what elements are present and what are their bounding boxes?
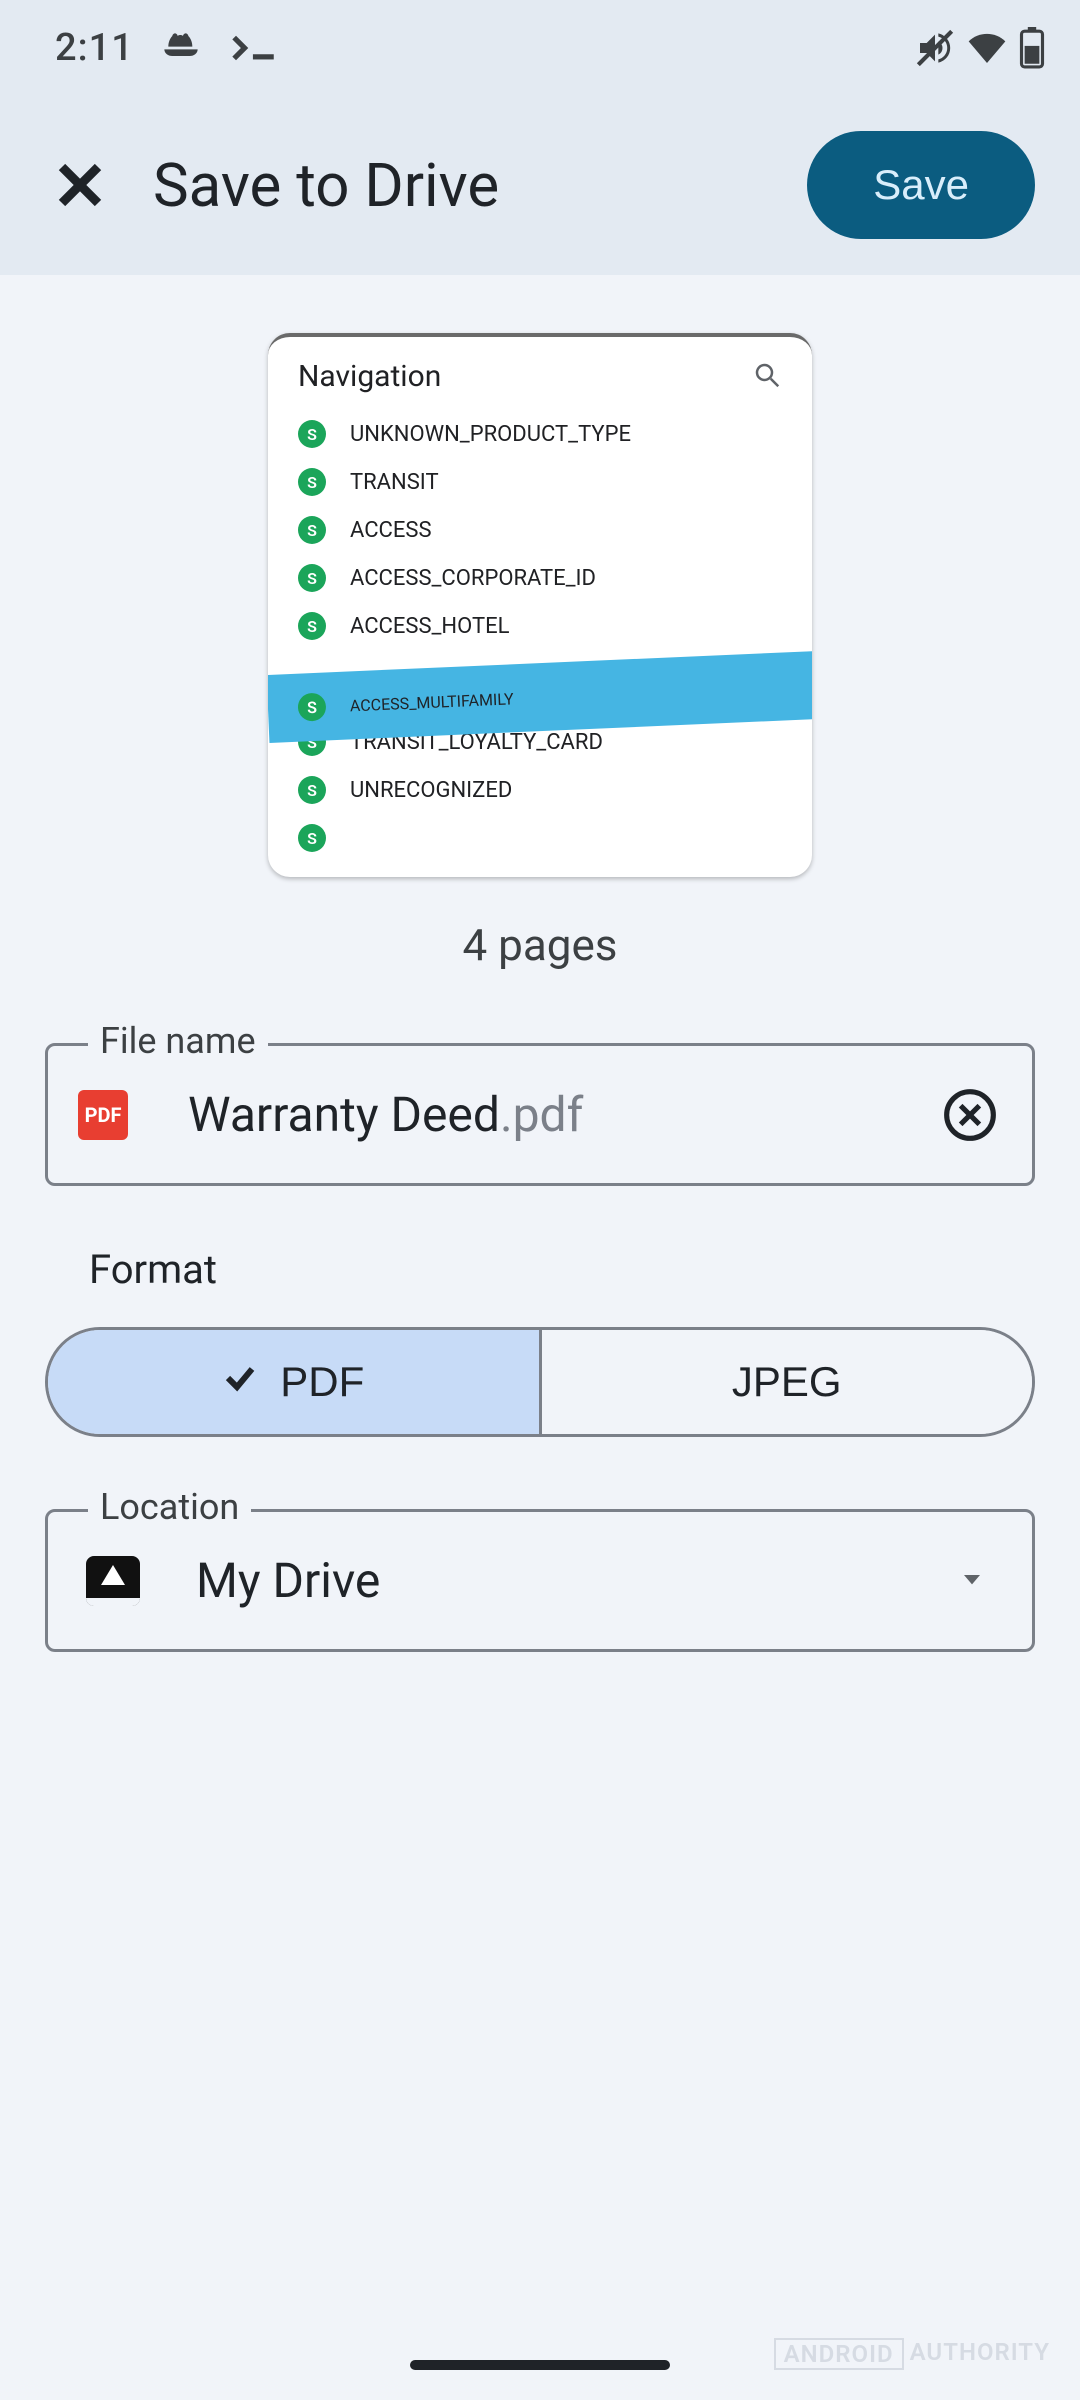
- mute-icon: [915, 28, 955, 68]
- location-label: Location: [88, 1486, 251, 1528]
- list-item: SACCESS: [268, 506, 812, 554]
- cat-notification-icon: [162, 28, 202, 68]
- list-item: SUNKNOWN_PRODUCT_TYPE: [268, 410, 812, 458]
- format-jpeg-button[interactable]: JPEG: [542, 1330, 1033, 1434]
- pdf-badge-icon: PDF: [78, 1090, 128, 1140]
- format-segmented-control: PDF JPEG: [45, 1327, 1035, 1437]
- preview-header-text: Navigation: [298, 359, 441, 394]
- list-item: SACCESS_CORPORATE_ID: [268, 554, 812, 602]
- list-item: SUNRECOGNIZED: [268, 766, 812, 814]
- list-item: S: [268, 814, 812, 862]
- document-preview[interactable]: Navigation SUNKNOWN_PRODUCT_TYPE STRANSI…: [268, 333, 812, 877]
- chevron-down-icon[interactable]: [956, 1563, 988, 1599]
- drive-icon: [86, 1556, 140, 1606]
- filename-input[interactable]: Warranty Deed.pdf: [188, 1086, 583, 1143]
- save-button[interactable]: Save: [807, 131, 1035, 239]
- filename-field[interactable]: File name PDF Warranty Deed.pdf: [45, 1043, 1035, 1186]
- page-count-text: 4 pages: [45, 919, 1035, 971]
- status-bar: 2:11: [0, 0, 1080, 95]
- check-icon: [222, 1358, 258, 1406]
- battery-icon: [1019, 27, 1045, 69]
- wifi-icon: [967, 28, 1007, 68]
- app-bar: Save to Drive Save: [0, 95, 1080, 275]
- list-item: STRANSIT: [268, 458, 812, 506]
- format-pdf-button[interactable]: PDF: [48, 1330, 539, 1434]
- page-title: Save to Drive: [153, 150, 499, 221]
- watermark: ANDROIDAUTHORITY: [774, 2338, 1050, 2370]
- close-button[interactable]: [45, 150, 115, 220]
- filename-label: File name: [88, 1020, 268, 1062]
- search-icon: [752, 360, 782, 394]
- status-time: 2:11: [55, 26, 134, 70]
- list-item: SACCESS_HOTEL: [268, 602, 812, 650]
- location-value: My Drive: [196, 1552, 380, 1609]
- location-field[interactable]: Location My Drive: [45, 1509, 1035, 1652]
- format-label: Format: [89, 1246, 1035, 1293]
- terminal-notification-icon: [230, 28, 280, 68]
- navigation-handle[interactable]: [410, 2360, 670, 2370]
- clear-filename-button[interactable]: [942, 1087, 998, 1143]
